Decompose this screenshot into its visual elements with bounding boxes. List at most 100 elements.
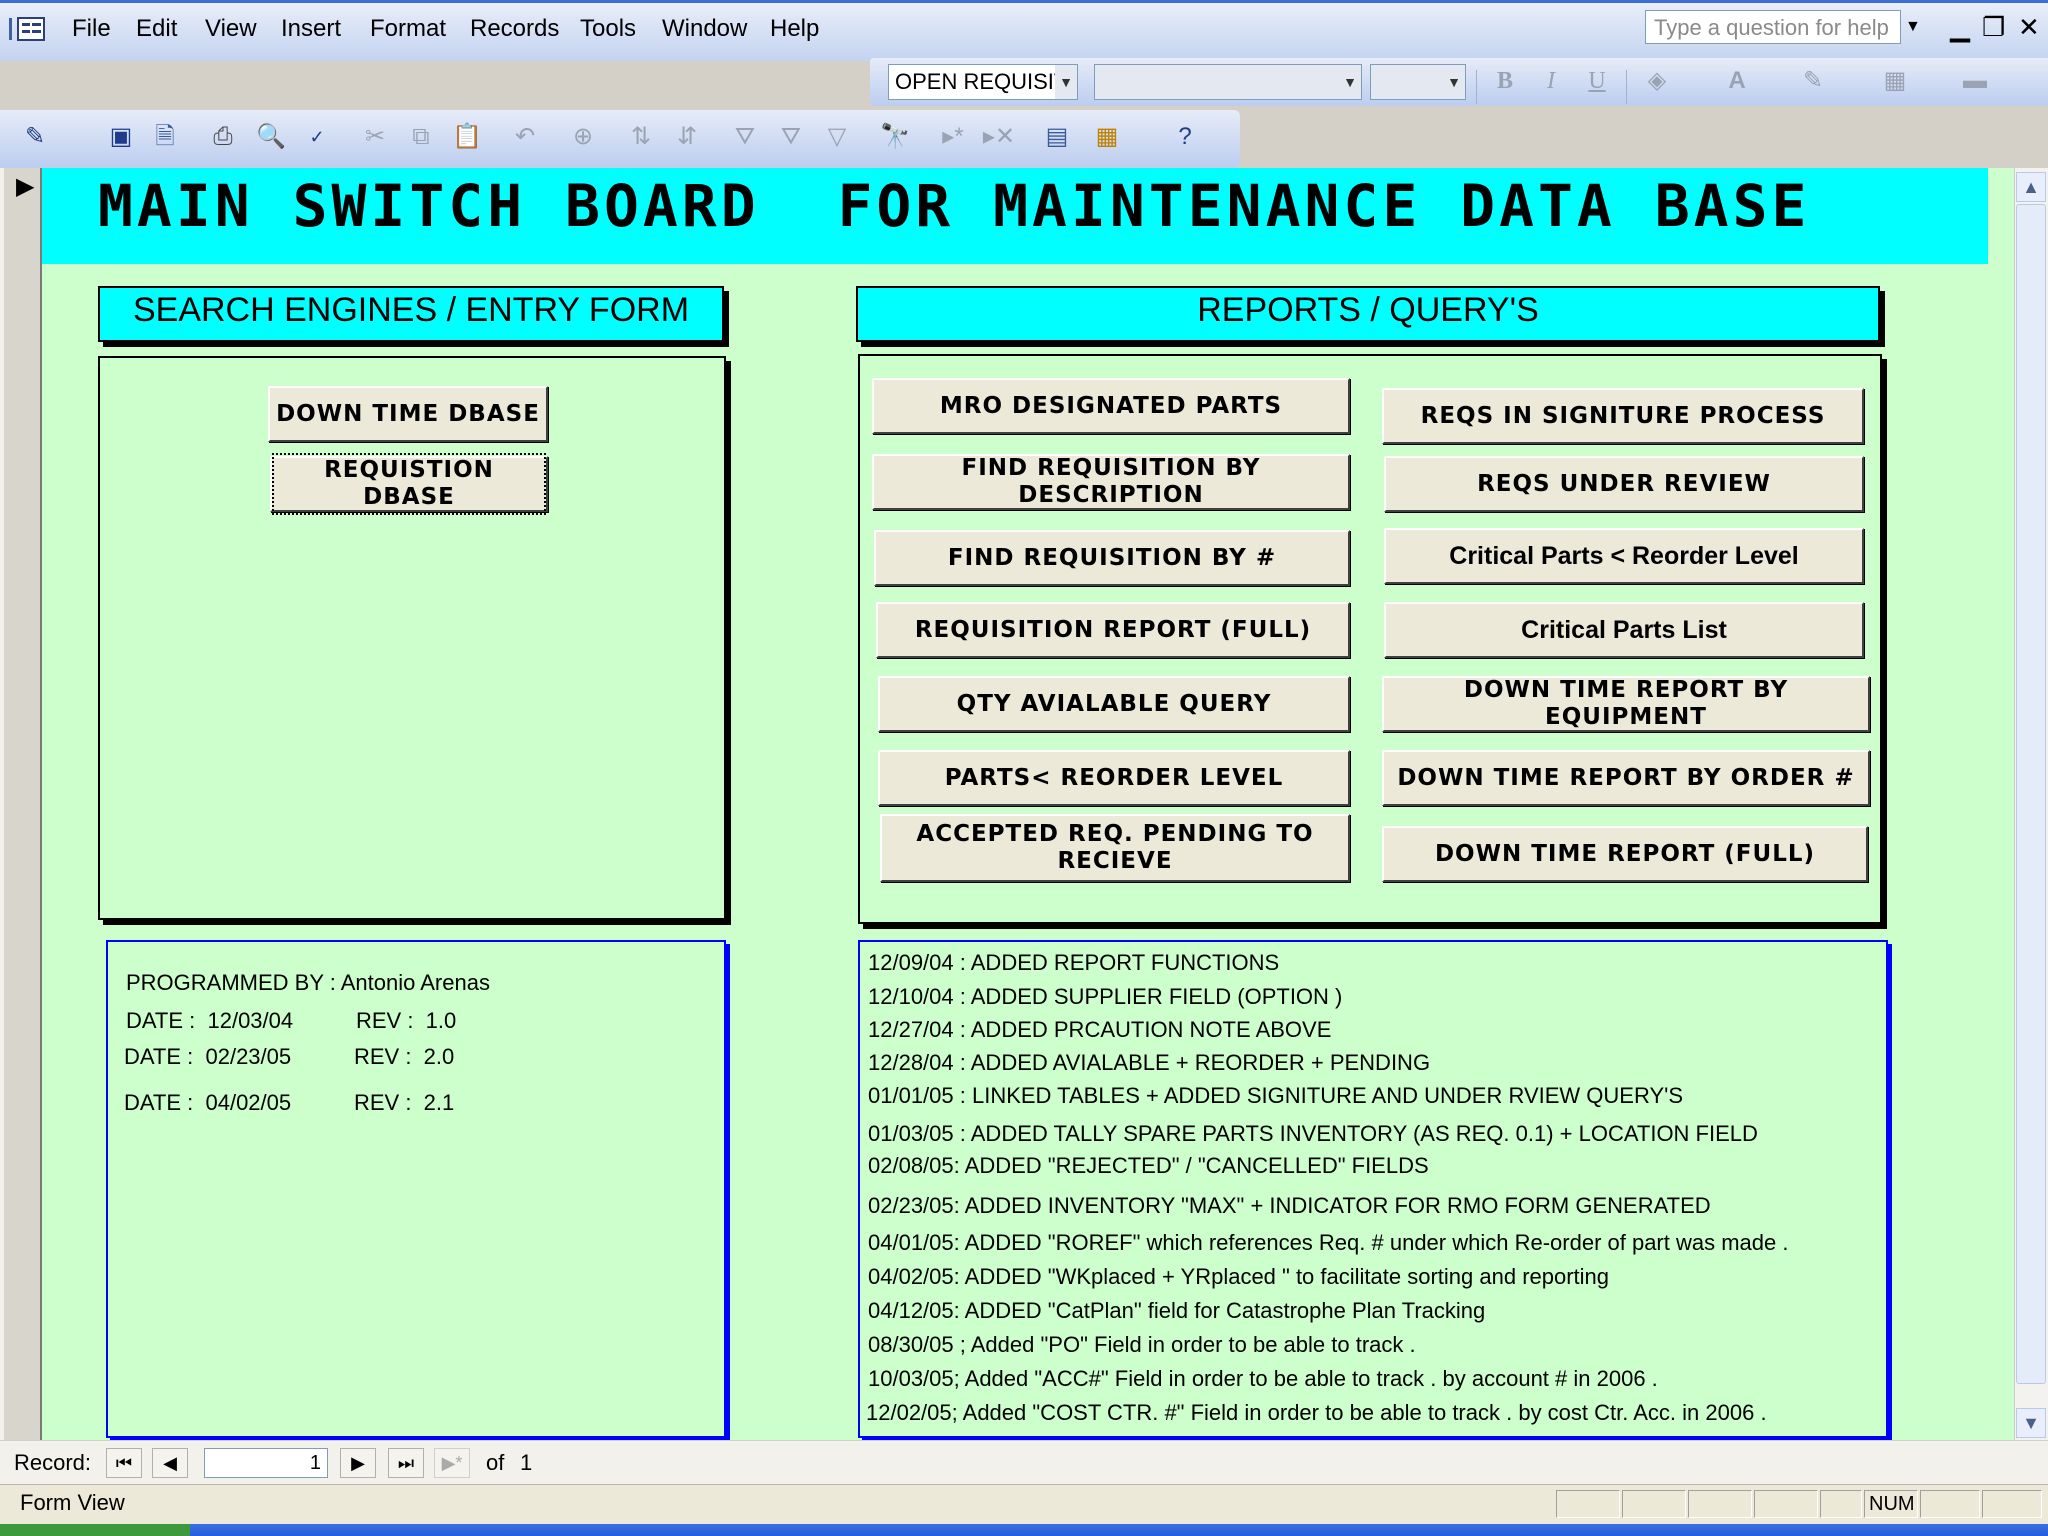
help-dropdown-icon[interactable]: ▼ <box>1905 18 1921 36</box>
chevron-down-icon[interactable]: ▼ <box>1055 65 1077 99</box>
button-label: PARTS< REORDER LEVEL <box>944 764 1284 791</box>
menu-insert[interactable]: Insert <box>281 15 341 43</box>
mro-designated-parts-button[interactable]: MRO DESIGNATED PARTS <box>872 378 1350 434</box>
taskbar <box>0 1524 2048 1536</box>
revision-date: DATE : 04/02/05 <box>124 1090 292 1115</box>
button-label: REQS IN SIGNITURE PROCESS <box>1420 402 1826 429</box>
change-log-line: 02/23/05: ADDED INVENTORY "MAX" + INDICA… <box>868 1193 1711 1218</box>
first-record-icon[interactable]: ⏮ <box>106 1448 142 1478</box>
close-icon[interactable]: ✕ <box>2018 12 2040 43</box>
requisition-dbase-button[interactable]: REQUISTION DBASE <box>270 453 548 515</box>
critical-parts-reorder-level-button[interactable]: Critical Parts < Reorder Level <box>1384 528 1864 584</box>
print-preview-icon[interactable]: 🔍 <box>254 120 288 154</box>
menu-view[interactable]: View <box>205 15 257 43</box>
underline-icon[interactable]: U <box>1580 64 1614 98</box>
record-number-input[interactable] <box>204 1448 328 1478</box>
button-label: FIND REQUISITION BY # <box>947 544 1277 571</box>
print-icon[interactable]: ⎙ <box>206 120 240 154</box>
line-style-icon[interactable]: ▬ <box>1958 64 1992 98</box>
next-record-icon[interactable]: ▶ <box>340 1448 376 1478</box>
font-size-combo[interactable]: ▼ <box>1370 64 1466 100</box>
change-log-line: 12/02/05; Added "COST CTR. #" Field in o… <box>866 1400 1767 1425</box>
menu-help[interactable]: Help <box>770 15 819 43</box>
requisition-report-full-button[interactable]: REQUISITION REPORT (FULL) <box>876 602 1350 658</box>
change-log-line: 01/03/05 : ADDED TALLY SPARE PARTS INVEN… <box>868 1121 1758 1146</box>
new-object-icon[interactable]: ▦ <box>1090 120 1124 154</box>
chevron-down-icon[interactable]: ▼ <box>1339 65 1361 99</box>
undo-icon[interactable]: ↶ <box>508 120 542 154</box>
new-record-icon[interactable]: ▸* <box>936 120 970 154</box>
find-requisition-by-description-button[interactable]: FIND REQUISITION BY DESCRIPTION <box>872 454 1350 510</box>
reqs-in-signiture-process-button[interactable]: REQS IN SIGNITURE PROCESS <box>1382 388 1864 444</box>
status-cell <box>1820 1490 1862 1518</box>
scroll-up-icon[interactable]: ▲ <box>2016 172 2046 202</box>
view-mode-status: Form View <box>20 1490 125 1515</box>
reqs-under-review-button[interactable]: REQS UNDER REVIEW <box>1384 456 1864 512</box>
down-time-report-full-button[interactable]: DOWN TIME REPORT (FULL) <box>1382 826 1868 882</box>
delete-record-icon[interactable]: ▸✕ <box>982 120 1016 154</box>
toolbar-separator <box>1626 70 1627 104</box>
new-record-nav-icon[interactable]: ▶* <box>434 1448 470 1478</box>
font-combo[interactable]: ▼ <box>1094 64 1362 100</box>
scroll-thumb[interactable] <box>2016 204 2046 1384</box>
down-time-report-by-order-button[interactable]: DOWN TIME REPORT BY ORDER # <box>1382 750 1870 806</box>
form-menu-icon[interactable] <box>8 15 48 43</box>
chevron-down-icon[interactable]: ▼ <box>1443 65 1465 99</box>
fill-color-icon[interactable]: ◈ <box>1640 64 1674 98</box>
revision-number: REV : 1.0 <box>356 1008 457 1033</box>
cut-icon[interactable]: ✂ <box>358 120 392 154</box>
page-title: MAIN SWITCH BOARD FOR MAINTENANCE DATA B… <box>98 172 1811 240</box>
button-label: DOWN TIME REPORT BY ORDER # <box>1397 764 1855 791</box>
bold-icon[interactable]: B <box>1488 64 1522 98</box>
change-log-line: 04/01/05: ADDED "ROREF" which references… <box>868 1230 1789 1255</box>
menu-file[interactable]: File <box>72 15 111 43</box>
qty-avialable-query-button[interactable]: QTY AVIALABLE QUERY <box>878 676 1350 732</box>
button-label: MRO DESIGNATED PARTS <box>939 392 1283 419</box>
hyperlink-icon[interactable]: ⊕ <box>566 120 600 154</box>
last-record-icon[interactable]: ⏭ <box>388 1448 424 1478</box>
borders-icon[interactable]: ▦ <box>1878 64 1912 98</box>
menu-format[interactable]: Format <box>370 15 446 43</box>
start-button[interactable] <box>0 1524 190 1536</box>
line-color-icon[interactable]: ✎ <box>1796 64 1830 98</box>
menu-tools[interactable]: Tools <box>580 15 636 43</box>
restore-icon[interactable]: ❐ <box>1982 12 2005 43</box>
menu-records[interactable]: Records <box>470 15 559 43</box>
change-log-line: 01/01/05 : LINKED TABLES + ADDED SIGNITU… <box>868 1083 1683 1108</box>
down-time-dbase-button[interactable]: DOWN TIME DBASE <box>268 386 548 442</box>
design-view-icon[interactable]: ✎ <box>18 120 52 154</box>
record-selector[interactable] <box>4 168 42 1440</box>
sort-ascending-icon[interactable]: ⇅ <box>624 120 658 154</box>
font-color-icon[interactable]: A <box>1720 64 1754 98</box>
sort-descending-icon[interactable]: ⇵ <box>670 120 704 154</box>
filter-by-form-icon[interactable]: ⛛ <box>774 120 808 154</box>
copy-icon[interactable]: ⧉ <box>404 120 438 154</box>
help-icon[interactable]: ? <box>1168 120 1202 154</box>
change-log-line: 12/27/04 : ADDED PRCAUTION NOTE ABOVE <box>868 1017 1332 1042</box>
menu-edit[interactable]: Edit <box>136 15 177 43</box>
critical-parts-list-button[interactable]: Critical Parts List <box>1384 602 1864 658</box>
parts-reorder-level-button[interactable]: PARTS< REORDER LEVEL <box>878 750 1350 806</box>
reports-section-heading-text: REPORTS / QUERY'S <box>1197 291 1539 329</box>
database-window-icon[interactable]: ▤ <box>1040 120 1074 154</box>
object-combo[interactable]: OPEN REQUISIT ▼ <box>888 64 1078 100</box>
paste-icon[interactable]: 📋 <box>450 120 484 154</box>
change-log-line: 12/10/04 : ADDED SUPPLIER FIELD (OPTION … <box>868 984 1343 1009</box>
spelling-icon[interactable]: ✓ <box>300 120 334 154</box>
record-total: 1 <box>520 1450 533 1475</box>
save-icon[interactable]: ▣ <box>104 120 138 154</box>
italic-icon[interactable]: I <box>1534 64 1568 98</box>
menu-window[interactable]: Window <box>662 15 747 43</box>
file-search-icon[interactable]: 🗎 <box>148 120 182 154</box>
find-requisition-by-number-button[interactable]: FIND REQUISITION BY # <box>874 530 1350 586</box>
scroll-down-icon[interactable]: ▼ <box>2016 1408 2046 1438</box>
down-time-report-by-equipment-button[interactable]: DOWN TIME REPORT BY EQUIPMENT <box>1382 676 1870 732</box>
filter-by-selection-icon[interactable]: ⛛ <box>728 120 762 154</box>
minimize-icon[interactable]: ▁ <box>1950 12 1970 43</box>
previous-record-icon[interactable]: ◀ <box>152 1448 188 1478</box>
apply-filter-icon[interactable]: ▽ <box>820 120 854 154</box>
find-icon[interactable]: 🔭 <box>878 120 912 154</box>
help-question-input[interactable]: Type a question for help <box>1645 10 1901 44</box>
accepted-req-pending-button[interactable]: ACCEPTED REQ. PENDING TO RECIEVE <box>880 814 1350 882</box>
record-of-label: of <box>486 1450 505 1475</box>
